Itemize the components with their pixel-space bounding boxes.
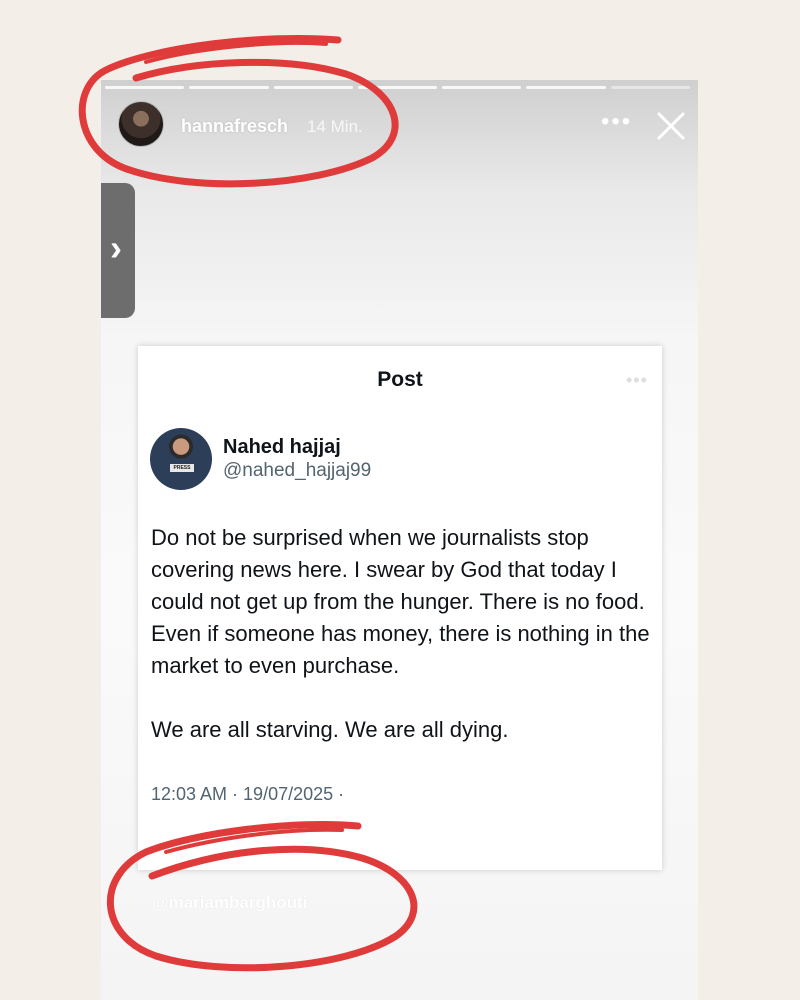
progress-segment <box>273 86 353 89</box>
post-paragraph: Do not be surprised when we journalists … <box>151 525 650 678</box>
progress-segment <box>105 86 185 89</box>
close-icon[interactable] <box>655 110 687 142</box>
progress-segment <box>610 86 690 89</box>
post-paragraph: We are all starving. We are all dying. <box>151 717 509 742</box>
post-card: Post ••• PRESS Nahed hajjaj @nahed_hajja… <box>138 346 662 870</box>
chevron-right-icon: › <box>110 227 122 268</box>
progress-segment <box>442 86 522 89</box>
story-avatar[interactable] <box>118 101 164 147</box>
story-time: 14 Min. <box>307 117 363 136</box>
side-tab[interactable]: › <box>101 183 135 318</box>
progress-segment <box>189 86 269 89</box>
post-author-handle: @nahed_hajjaj99 <box>223 460 372 481</box>
post-title: Post <box>377 368 423 391</box>
post-author-name: Nahed hajjaj <box>223 436 341 458</box>
post-body: Do not be surprised when we journalists … <box>151 522 651 778</box>
post-author-avatar: PRESS <box>150 428 212 490</box>
press-badge: PRESS <box>170 464 194 472</box>
story-progress-bar <box>105 86 690 89</box>
watermark-credit: @mariambarghouti <box>152 893 308 912</box>
progress-segment <box>357 86 438 89</box>
ghost-menu-icon: ••• <box>626 370 648 390</box>
story-username[interactable]: hannafresch <box>181 116 288 137</box>
post-timestamp: 12:03 AM · 19/07/2025 · <box>151 784 345 804</box>
progress-segment <box>526 86 606 89</box>
more-dots-icon[interactable]: ••• <box>601 110 632 134</box>
